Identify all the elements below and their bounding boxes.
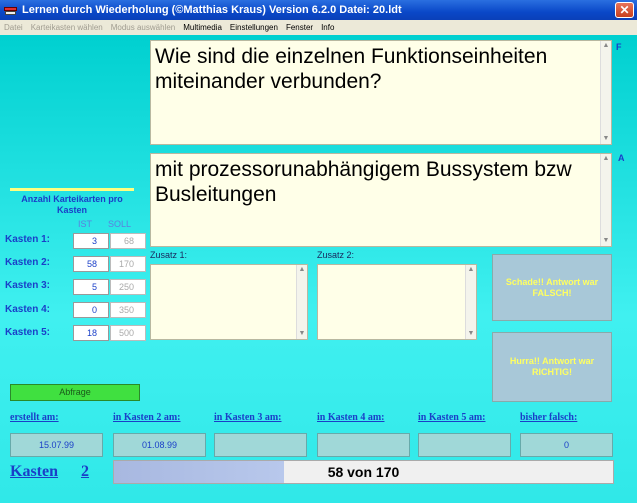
answer-box[interactable]: mit prozessorunabhängigem Bussystem bzw … bbox=[150, 153, 612, 247]
date-value-kasten-3 bbox=[214, 433, 307, 457]
answer-side-letter: A bbox=[618, 153, 625, 163]
zusatz-2-label: Zusatz 2: bbox=[317, 250, 355, 260]
soll-kasten-5: 500 bbox=[110, 325, 146, 341]
menu-bar: Datei Karteikasten wählen Modus auswähle… bbox=[0, 20, 637, 35]
kasten-link[interactable]: Kasten bbox=[10, 463, 58, 481]
question-scrollbar[interactable]: ▲ ▼ bbox=[600, 41, 611, 144]
date-label-kasten-5: in Kasten 5 am: bbox=[418, 412, 486, 423]
question-box[interactable]: Wie sind die einzelnen Funktionseinheite… bbox=[150, 40, 612, 145]
row-label-kasten-3: Kasten 3: bbox=[5, 280, 51, 291]
ist-header: IST bbox=[78, 219, 93, 229]
zusatz-1-scrollbar[interactable]: ▲ ▼ bbox=[296, 265, 307, 339]
ist-kasten-3: 5 bbox=[73, 279, 109, 295]
soll-kasten-1: 68 bbox=[110, 233, 146, 249]
kasten-number-link[interactable]: 2 bbox=[81, 463, 89, 481]
date-value-erstellt: 15.07.99 bbox=[10, 433, 103, 457]
date-label-kasten-4: in Kasten 4 am: bbox=[317, 412, 385, 423]
soll-kasten-3: 250 bbox=[110, 279, 146, 295]
ist-kasten-1: 3 bbox=[73, 233, 109, 249]
soll-kasten-4: 350 bbox=[110, 302, 146, 318]
menu-datei: Datei bbox=[4, 23, 23, 32]
wrong-answer-label: Schade!! Antwort war FALSCH! bbox=[505, 276, 599, 298]
row-label-kasten-5: Kasten 5: bbox=[5, 327, 51, 338]
menu-einstellungen[interactable]: Einstellungen bbox=[226, 23, 282, 32]
date-value-kasten-5 bbox=[418, 433, 511, 457]
right-answer-button[interactable]: Hurra!! Antwort war RICHTIG! bbox=[492, 332, 612, 402]
row-label-kasten-1: Kasten 1: bbox=[5, 234, 51, 245]
answer-scrollbar[interactable]: ▲ ▼ bbox=[600, 154, 611, 246]
date-value-kasten-2: 01.08.99 bbox=[113, 433, 206, 457]
soll-header: SOLL bbox=[108, 219, 132, 229]
answer-text: mit prozessorunabhängigem Bussystem bzw … bbox=[155, 158, 572, 206]
zusatz-2-field[interactable]: ▲ ▼ bbox=[317, 264, 477, 340]
question-text: Wie sind die einzelnen Funktionseinheite… bbox=[155, 45, 548, 93]
title-bar: Lernen durch Wiederholung (©Matthias Kra… bbox=[0, 0, 637, 20]
panel-divider bbox=[10, 188, 134, 191]
date-label-kasten-2: in Kasten 2 am: bbox=[113, 412, 181, 423]
date-label-erstellt: erstellt am: bbox=[10, 412, 59, 423]
row-label-kasten-4: Kasten 4: bbox=[5, 304, 51, 315]
row-label-kasten-2: Kasten 2: bbox=[5, 257, 51, 268]
close-icon[interactable]: ✕ bbox=[615, 2, 634, 18]
question-side-letter: F bbox=[616, 42, 622, 52]
soll-kasten-2: 170 bbox=[110, 256, 146, 272]
ist-kasten-2: 58 bbox=[73, 256, 109, 272]
menu-multimedia[interactable]: Multimedia bbox=[179, 23, 226, 32]
ist-kasten-4: 0 bbox=[73, 302, 109, 318]
menu-modus-auswaehlen: Modus auswählen bbox=[110, 23, 176, 32]
wrong-answer-button[interactable]: Schade!! Antwort war FALSCH! bbox=[492, 254, 612, 321]
app-icon[interactable] bbox=[4, 4, 17, 17]
zusatz-1-label: Zusatz 1: bbox=[150, 250, 188, 260]
ist-kasten-5: 18 bbox=[73, 325, 109, 341]
menu-info[interactable]: Info bbox=[317, 23, 338, 32]
counts-title: Anzahl Karteikarten pro Kasten bbox=[21, 194, 123, 215]
menu-karteikasten-waehlen: Karteikasten wählen bbox=[30, 23, 103, 32]
date-value-kasten-4 bbox=[317, 433, 410, 457]
zusatz-1-field[interactable]: ▲ ▼ bbox=[150, 264, 308, 340]
date-label-kasten-3: in Kasten 3 am: bbox=[214, 412, 282, 423]
right-answer-label: Hurra!! Antwort war RICHTIG! bbox=[509, 356, 595, 377]
progress-bar: 58 von 170 bbox=[113, 460, 614, 484]
date-value-bisher-falsch: 0 bbox=[520, 433, 613, 457]
abfrage-button[interactable]: Abfrage bbox=[10, 384, 140, 401]
window-title: Lernen durch Wiederholung (©Matthias Kra… bbox=[22, 4, 402, 16]
zusatz-2-scrollbar[interactable]: ▲ ▼ bbox=[465, 265, 476, 339]
menu-fenster[interactable]: Fenster bbox=[282, 23, 317, 32]
date-label-bisher-falsch: bisher falsch: bbox=[520, 412, 578, 423]
progress-text: 58 von 170 bbox=[327, 464, 400, 480]
